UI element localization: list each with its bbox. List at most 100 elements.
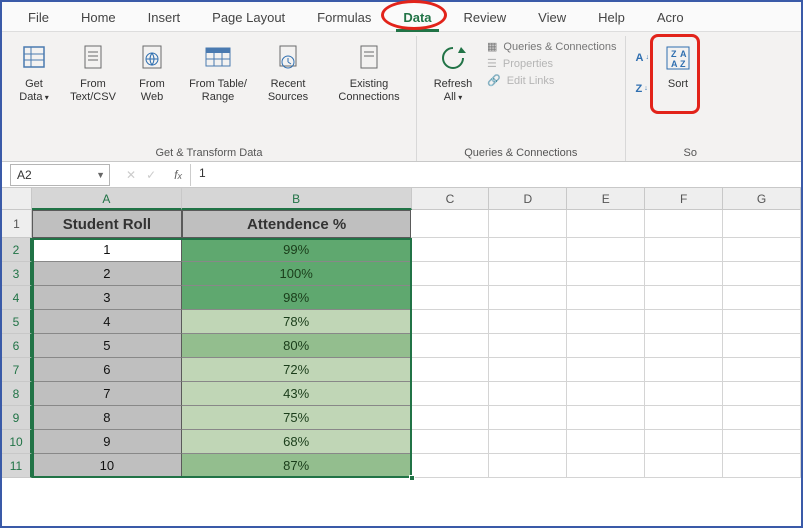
- cell-F11[interactable]: [645, 454, 723, 478]
- cell-A2[interactable]: 1: [32, 238, 182, 262]
- cell-G2[interactable]: [723, 238, 801, 262]
- tab-insert[interactable]: Insert: [132, 6, 197, 31]
- cell-D3[interactable]: [489, 262, 567, 286]
- tab-view[interactable]: View: [522, 6, 582, 31]
- name-box[interactable]: A2 ▼: [10, 164, 110, 186]
- from-text-csv-button[interactable]: From Text/CSV: [64, 38, 122, 106]
- refresh-all-button[interactable]: Refresh All ▾: [425, 38, 481, 106]
- cell-B10[interactable]: 68%: [182, 430, 412, 454]
- cell-E1[interactable]: [567, 210, 645, 238]
- col-header-A[interactable]: A: [32, 188, 182, 210]
- cell-F7[interactable]: [645, 358, 723, 382]
- cell-G6[interactable]: [723, 334, 801, 358]
- cell-F2[interactable]: [645, 238, 723, 262]
- row-header-2[interactable]: 2: [2, 238, 32, 262]
- cell-G3[interactable]: [723, 262, 801, 286]
- cell-E11[interactable]: [567, 454, 645, 478]
- edit-links-button[interactable]: 🔗 Edit Links: [487, 74, 617, 87]
- existing-connections-button[interactable]: Existing Connections: [330, 38, 408, 106]
- row-header-6[interactable]: 6: [2, 334, 32, 358]
- fill-handle[interactable]: [409, 475, 415, 481]
- formula-bar[interactable]: 1: [190, 164, 801, 186]
- cell-B1[interactable]: Attendence %: [182, 210, 412, 238]
- cell-E10[interactable]: [567, 430, 645, 454]
- cancel-formula-icon[interactable]: ✕: [126, 168, 136, 182]
- row-header-4[interactable]: 4: [2, 286, 32, 310]
- cell-F3[interactable]: [645, 262, 723, 286]
- cell-C7[interactable]: [411, 358, 489, 382]
- row-header-11[interactable]: 11: [2, 454, 32, 478]
- cell-E9[interactable]: [567, 406, 645, 430]
- cell-E7[interactable]: [567, 358, 645, 382]
- cell-C6[interactable]: [411, 334, 489, 358]
- cell-B4[interactable]: 98%: [182, 286, 412, 310]
- cell-F4[interactable]: [645, 286, 723, 310]
- from-web-button[interactable]: From Web: [128, 38, 176, 106]
- cell-B5[interactable]: 78%: [182, 310, 412, 334]
- cell-D1[interactable]: [489, 210, 567, 238]
- col-header-G[interactable]: G: [723, 188, 801, 210]
- cell-D6[interactable]: [489, 334, 567, 358]
- cell-C8[interactable]: [411, 382, 489, 406]
- cell-D7[interactable]: [489, 358, 567, 382]
- cell-B8[interactable]: 43%: [182, 382, 412, 406]
- cell-B2[interactable]: 99%: [182, 238, 412, 262]
- row-header-7[interactable]: 7: [2, 358, 32, 382]
- cell-C9[interactable]: [411, 406, 489, 430]
- tab-acrobat[interactable]: Acro: [641, 6, 700, 31]
- tab-home[interactable]: Home: [65, 6, 132, 31]
- sort-ascending-button[interactable]: A↓: [636, 52, 649, 64]
- cell-F9[interactable]: [645, 406, 723, 430]
- cell-B9[interactable]: 75%: [182, 406, 412, 430]
- cell-G4[interactable]: [723, 286, 801, 310]
- cell-D8[interactable]: [489, 382, 567, 406]
- cell-A9[interactable]: 8: [32, 406, 182, 430]
- cell-G9[interactable]: [723, 406, 801, 430]
- cell-G5[interactable]: [723, 310, 801, 334]
- row-header-5[interactable]: 5: [2, 310, 32, 334]
- cell-C5[interactable]: [411, 310, 489, 334]
- cell-F8[interactable]: [645, 382, 723, 406]
- cell-D10[interactable]: [489, 430, 567, 454]
- cell-D5[interactable]: [489, 310, 567, 334]
- cell-E8[interactable]: [567, 382, 645, 406]
- cell-G10[interactable]: [723, 430, 801, 454]
- cell-C4[interactable]: [411, 286, 489, 310]
- cell-C2[interactable]: [411, 238, 489, 262]
- cell-A5[interactable]: 4: [32, 310, 182, 334]
- row-header-3[interactable]: 3: [2, 262, 32, 286]
- row-header-1[interactable]: 1: [2, 210, 32, 238]
- cell-F10[interactable]: [645, 430, 723, 454]
- from-table-range-button[interactable]: From Table/ Range: [182, 38, 254, 106]
- cell-F6[interactable]: [645, 334, 723, 358]
- cell-A11[interactable]: 10: [32, 454, 182, 478]
- properties-button[interactable]: ☰ Properties: [487, 57, 617, 70]
- cell-F5[interactable]: [645, 310, 723, 334]
- tab-page-layout[interactable]: Page Layout: [196, 6, 301, 31]
- cell-C3[interactable]: [411, 262, 489, 286]
- tab-formulas[interactable]: Formulas: [301, 6, 387, 31]
- cell-B6[interactable]: 80%: [182, 334, 412, 358]
- cell-A3[interactable]: 2: [32, 262, 182, 286]
- cell-E6[interactable]: [567, 334, 645, 358]
- queries-connections-button[interactable]: ▦ Queries & Connections: [487, 40, 617, 53]
- cell-D9[interactable]: [489, 406, 567, 430]
- cell-D11[interactable]: [489, 454, 567, 478]
- row-header-10[interactable]: 10: [2, 430, 32, 454]
- cell-E4[interactable]: [567, 286, 645, 310]
- cell-G7[interactable]: [723, 358, 801, 382]
- cell-C1[interactable]: [411, 210, 489, 238]
- sort-button[interactable]: ZAAZ Sort: [657, 38, 699, 106]
- cell-E3[interactable]: [567, 262, 645, 286]
- cell-B7[interactable]: 72%: [182, 358, 412, 382]
- sort-descending-button[interactable]: Z↓: [636, 83, 649, 95]
- cell-E2[interactable]: [567, 238, 645, 262]
- col-header-B[interactable]: B: [182, 188, 412, 210]
- enter-formula-icon[interactable]: ✓: [146, 168, 156, 182]
- cell-B11[interactable]: 87%: [182, 454, 412, 478]
- tab-data[interactable]: Data: [387, 6, 447, 31]
- cell-F1[interactable]: [645, 210, 723, 238]
- cell-A6[interactable]: 5: [32, 334, 182, 358]
- cell-A4[interactable]: 3: [32, 286, 182, 310]
- cell-B3[interactable]: 100%: [182, 262, 412, 286]
